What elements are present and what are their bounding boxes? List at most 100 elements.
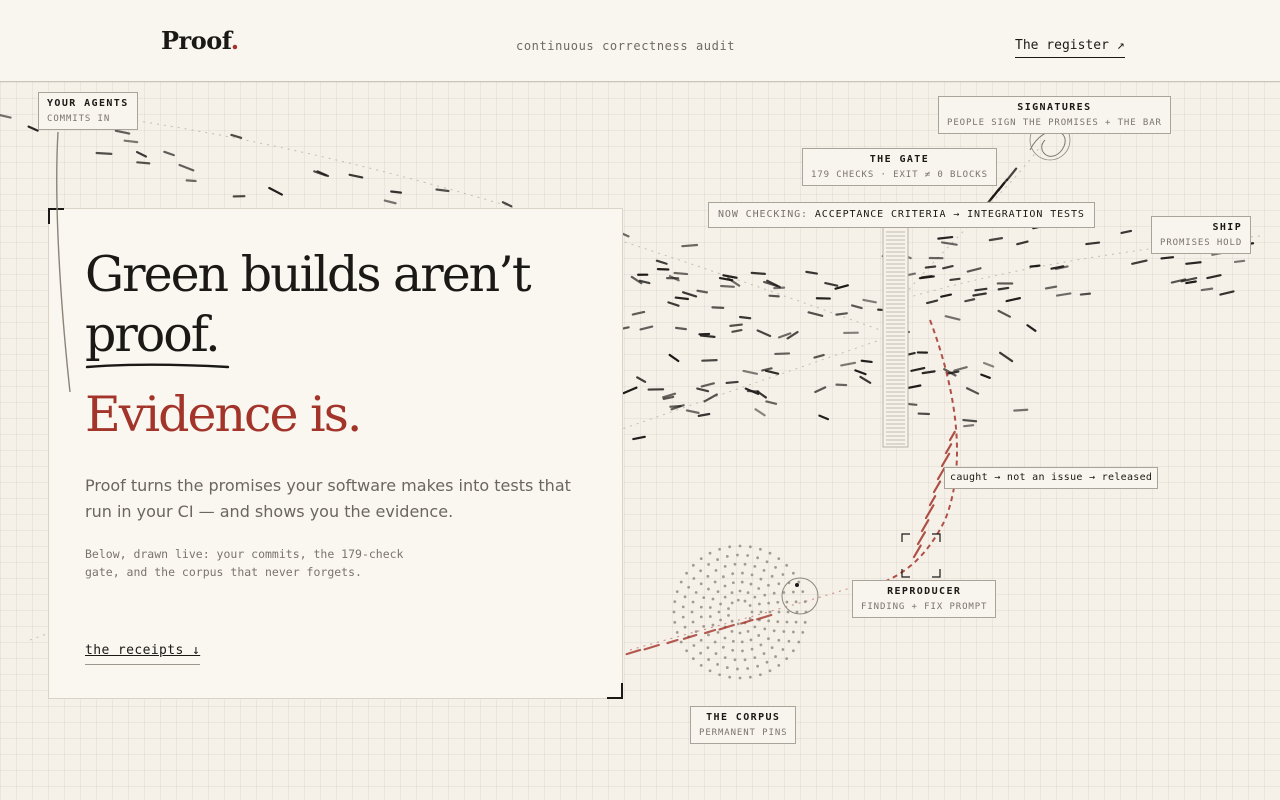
corpus-pin xyxy=(777,638,781,642)
corpus-pin xyxy=(708,669,712,673)
commit-dash xyxy=(0,114,12,119)
corpus-pin xyxy=(743,562,747,566)
commit-dash xyxy=(928,495,937,507)
gate-ladder xyxy=(882,225,909,448)
corpus-pin xyxy=(699,582,703,586)
commit-dash xyxy=(729,323,743,327)
commit-dash xyxy=(941,241,958,246)
commit-dash xyxy=(991,187,1001,199)
corpus-pin xyxy=(738,631,742,635)
commit-dash xyxy=(814,386,827,394)
logo[interactable]: Proof. xyxy=(161,26,239,55)
commit-dash xyxy=(1206,274,1222,280)
reproducer-crosshair xyxy=(932,569,941,578)
corpus-pin xyxy=(786,610,790,614)
corpus-pin xyxy=(774,655,777,658)
corpus-focus-dot xyxy=(795,583,799,587)
commit-dash xyxy=(114,129,131,135)
commit-dash xyxy=(123,139,139,144)
corpus-pin xyxy=(765,560,769,564)
commit-dash xyxy=(964,298,976,303)
corpus-pin xyxy=(797,580,801,584)
corpus-pin xyxy=(785,657,789,661)
logo-text: Proof xyxy=(161,26,231,55)
commit-dash xyxy=(851,304,863,310)
commit-dash xyxy=(1233,259,1246,264)
commit-dash xyxy=(136,161,151,165)
corpus-pin xyxy=(679,580,683,584)
corpus-pin xyxy=(699,615,703,619)
commit-dash xyxy=(632,435,646,441)
corpus-pin xyxy=(721,575,725,579)
card-corner-mark xyxy=(607,683,623,699)
corpus-pin xyxy=(746,554,750,557)
commit-dash xyxy=(1013,408,1029,412)
corpus-pin xyxy=(746,591,750,594)
signatures-tag: SIGNATURES PEOPLE SIGN THE PROMISES + TH… xyxy=(938,96,1171,134)
corpus-pin xyxy=(727,613,730,617)
commit-dash xyxy=(348,173,364,179)
ship-tag: SHIP PROMISES HOLD xyxy=(1151,216,1252,254)
corpus-pin xyxy=(719,618,722,622)
corpus-pin xyxy=(787,639,791,643)
commit-dash xyxy=(625,648,642,656)
receipts-link[interactable]: the receipts ↓ xyxy=(85,643,201,665)
corpus-pin xyxy=(740,580,744,584)
corpus-pin xyxy=(763,627,767,631)
commit-dash xyxy=(949,277,961,282)
hero-line-1: Green builds aren’t xyxy=(85,246,532,303)
corpus-pin xyxy=(753,656,757,660)
header-tagline: continuous correctness audit xyxy=(516,39,736,53)
corpus-pin xyxy=(692,644,696,647)
commit-dash xyxy=(756,329,772,338)
commit-dash xyxy=(754,408,766,417)
corpus-pin xyxy=(687,585,691,589)
commit-dash xyxy=(835,312,848,316)
corpus-pin xyxy=(767,619,771,623)
corpus-pin xyxy=(791,649,795,653)
corpus-pin xyxy=(750,573,754,577)
corpus-pin xyxy=(749,582,753,586)
register-link[interactable]: The register ↗ xyxy=(1015,38,1125,58)
corpus-pin xyxy=(699,569,703,573)
commit-dash xyxy=(742,369,759,375)
corpus-pin xyxy=(753,595,757,599)
hand-underline-icon xyxy=(85,363,230,369)
reproducer-subtitle: FINDING + FIX PROMPT xyxy=(861,602,988,612)
commit-dash xyxy=(988,237,1004,242)
commit-dash xyxy=(974,287,988,292)
corpus-pin xyxy=(714,652,718,655)
corpus-subtitle: PERMANENT PINS xyxy=(699,728,788,738)
corpus-pin xyxy=(730,591,734,594)
commit-dash xyxy=(1185,280,1197,285)
commit-dash xyxy=(982,361,995,368)
commit-dash xyxy=(1005,297,1021,303)
corpus-pin xyxy=(675,590,679,594)
corpus-pin xyxy=(713,580,717,584)
commit-dash xyxy=(773,286,786,290)
corpus-pin xyxy=(723,595,727,599)
commit-dash xyxy=(774,352,791,356)
commit-dash xyxy=(805,270,818,275)
now-checking-label: NOW CHECKING: xyxy=(718,209,808,220)
corpus-pin xyxy=(702,596,706,600)
corpus-pin xyxy=(736,553,739,557)
commit-dash xyxy=(704,628,717,635)
corpus-pin xyxy=(679,640,683,644)
corpus-pin xyxy=(699,651,703,655)
corpus-tag: THE CORPUS PERMANENT PINS xyxy=(690,706,797,744)
commit-dash xyxy=(1120,229,1133,235)
corpus-pin xyxy=(716,590,720,593)
corpus-pin xyxy=(762,652,766,655)
corpus-pin xyxy=(758,547,762,551)
commit-dash xyxy=(924,504,935,520)
commit-dash xyxy=(818,414,830,421)
corpus-pin xyxy=(791,571,795,575)
commit-dash xyxy=(636,376,647,383)
commit-dash xyxy=(862,298,877,304)
corpus-pin xyxy=(692,577,696,580)
commit-dash xyxy=(1131,259,1148,265)
commit-dash xyxy=(383,199,397,205)
commit-dash xyxy=(682,633,698,640)
corpus-pin xyxy=(707,658,710,661)
